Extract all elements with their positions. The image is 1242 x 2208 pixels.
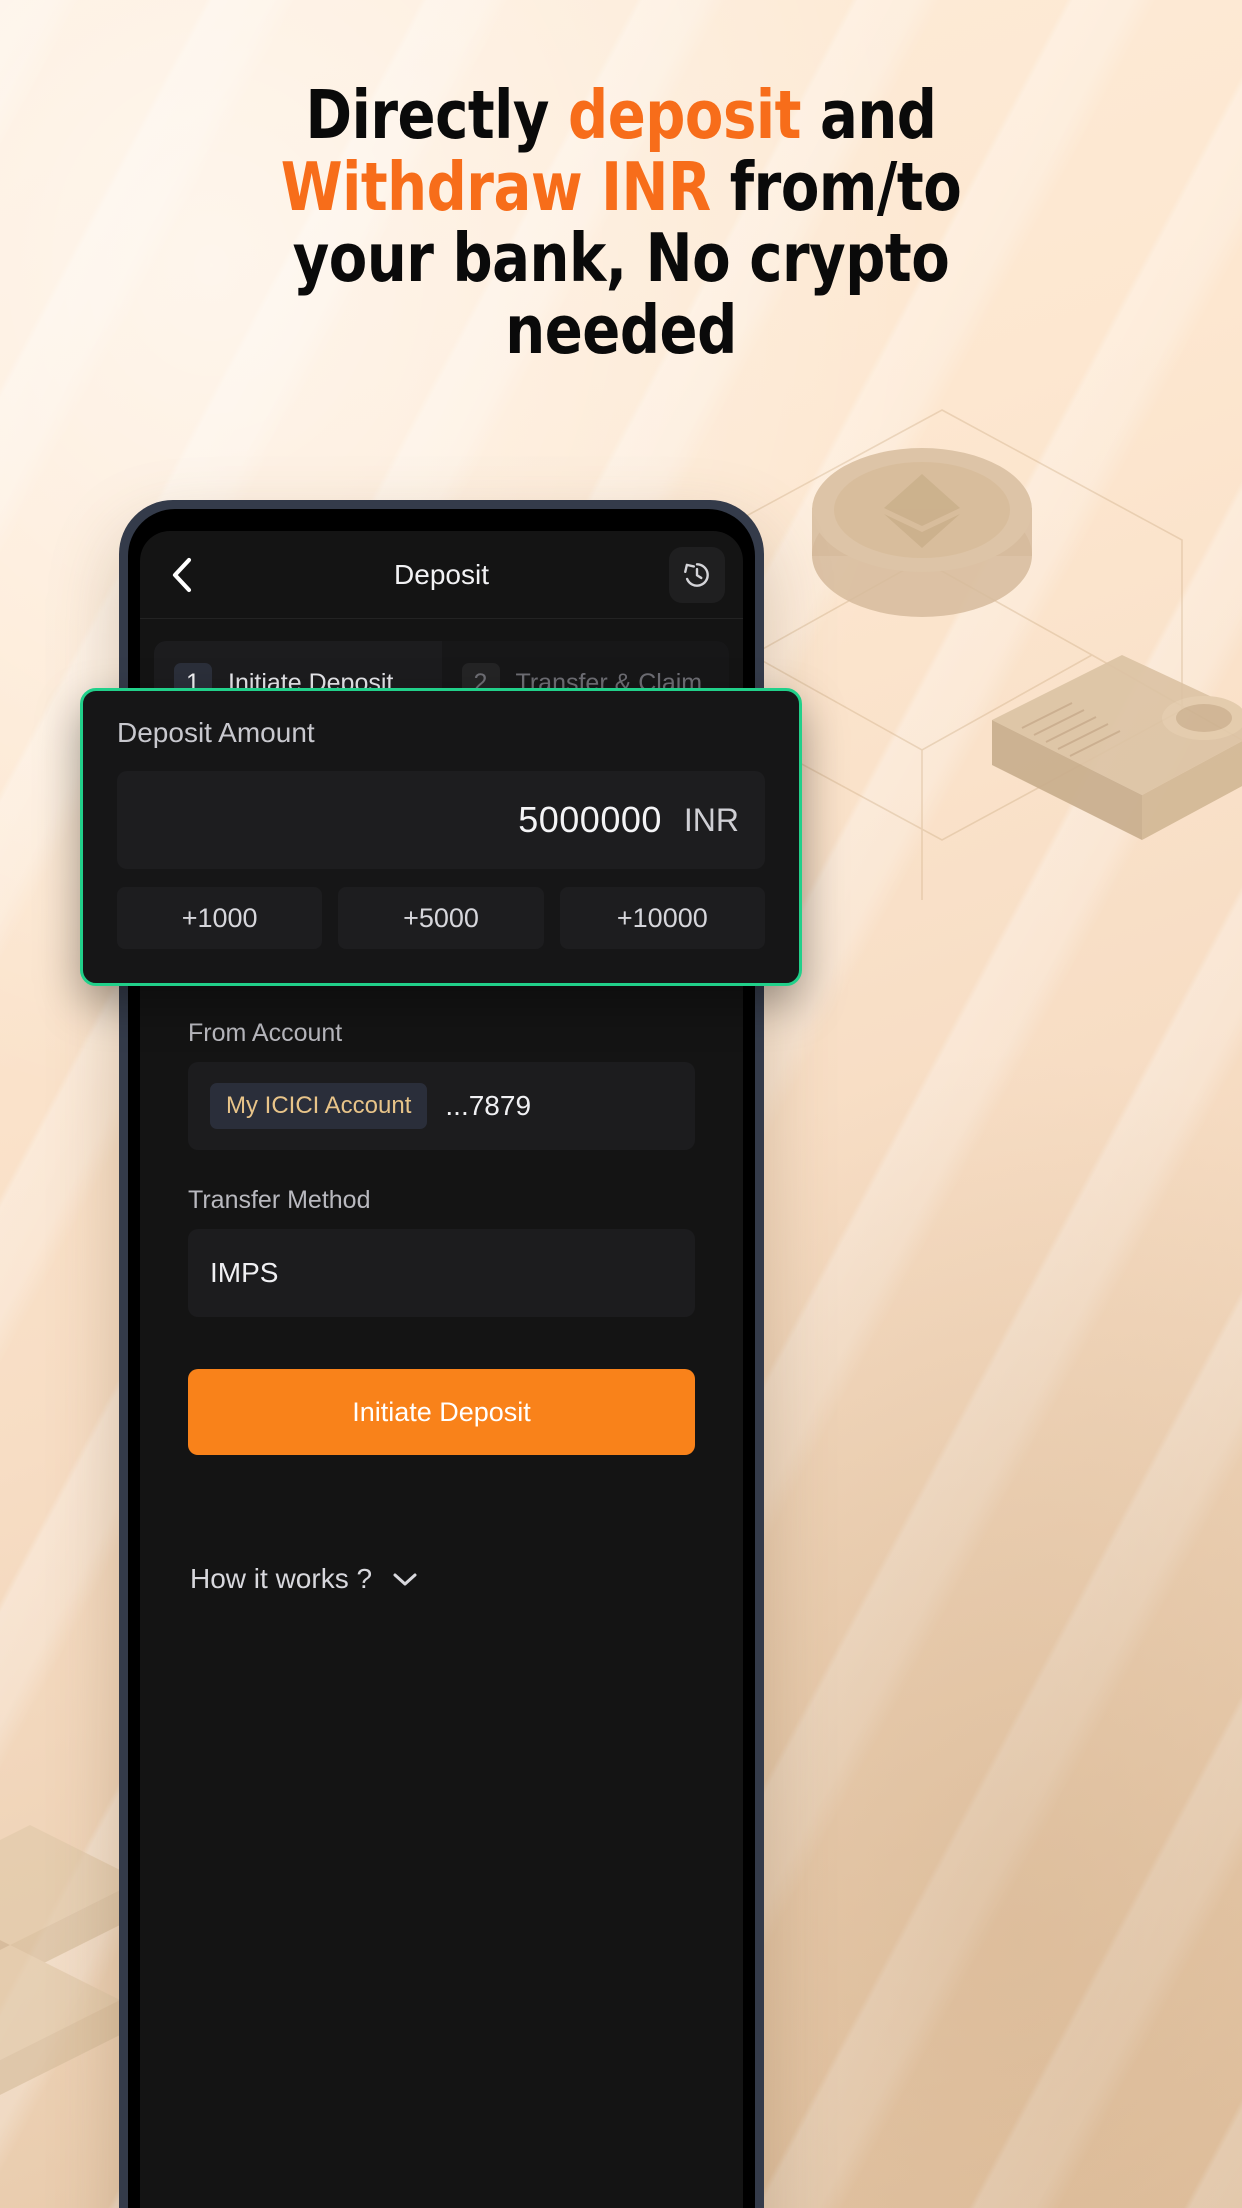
headline-text-and: and — [800, 76, 937, 154]
deposit-amount-value: 5000000 — [518, 799, 662, 840]
chevron-down-icon — [393, 1573, 417, 1586]
back-button[interactable] — [158, 552, 204, 598]
app-header: Deposit — [140, 531, 743, 619]
quick-add-buttons: +1000 +5000 +10000 — [117, 887, 765, 949]
page-header-title: Deposit — [394, 558, 489, 590]
account-nickname-badge: My ICICI Account — [210, 1083, 428, 1129]
history-clock-icon — [684, 562, 709, 587]
transfer-method-field[interactable]: IMPS — [188, 1229, 695, 1317]
headline-line-1: Directly deposit and — [155, 81, 1087, 150]
page-title: Directly deposit and Withdraw INR from/t… — [43, 81, 1198, 369]
deposit-amount-card-highlighted: Deposit Amount 5000000 INR +1000 +5000 +… — [80, 688, 802, 986]
from-account-field[interactable]: My ICICI Account ...7879 — [188, 1062, 695, 1150]
deposit-amount-label: Deposit Amount — [117, 717, 315, 748]
quick-add-5000[interactable]: +5000 — [338, 887, 544, 949]
how-it-works-toggle[interactable]: How it works ? — [190, 1563, 729, 1595]
headline-line-4: needed — [505, 290, 737, 369]
headline-line-3: your bank, No crypto — [292, 219, 950, 298]
quick-add-1000[interactable]: +1000 — [117, 887, 323, 949]
promo-stage: Directly deposit and Withdraw INR from/t… — [0, 0, 1242, 2208]
how-it-works-label: How it works ? — [190, 1563, 373, 1594]
from-account-label: From Account — [188, 1019, 343, 1047]
form-bottom-spacer — [154, 1455, 729, 1519]
chevron-left-icon — [172, 557, 192, 592]
headline-text-directly: Directly — [305, 76, 569, 154]
transfer-method-label: Transfer Method — [188, 1186, 371, 1214]
quick-add-10000[interactable]: +10000 — [559, 887, 765, 949]
account-number-masked: ...7879 — [445, 1090, 532, 1121]
initiate-deposit-button[interactable]: Initiate Deposit — [188, 1369, 695, 1455]
headline-line-2: Withdraw INR from/to — [155, 153, 1087, 222]
headline-text-from-to: from/to — [710, 147, 962, 226]
headline-highlight-deposit: deposit — [568, 76, 801, 154]
transfer-method-value: IMPS — [210, 1257, 279, 1288]
currency-label: INR — [683, 801, 739, 838]
headline-highlight-withdraw-inr: Withdraw INR — [280, 147, 711, 226]
history-button[interactable] — [669, 546, 725, 603]
deposit-amount-input[interactable]: 5000000 INR — [117, 771, 765, 869]
